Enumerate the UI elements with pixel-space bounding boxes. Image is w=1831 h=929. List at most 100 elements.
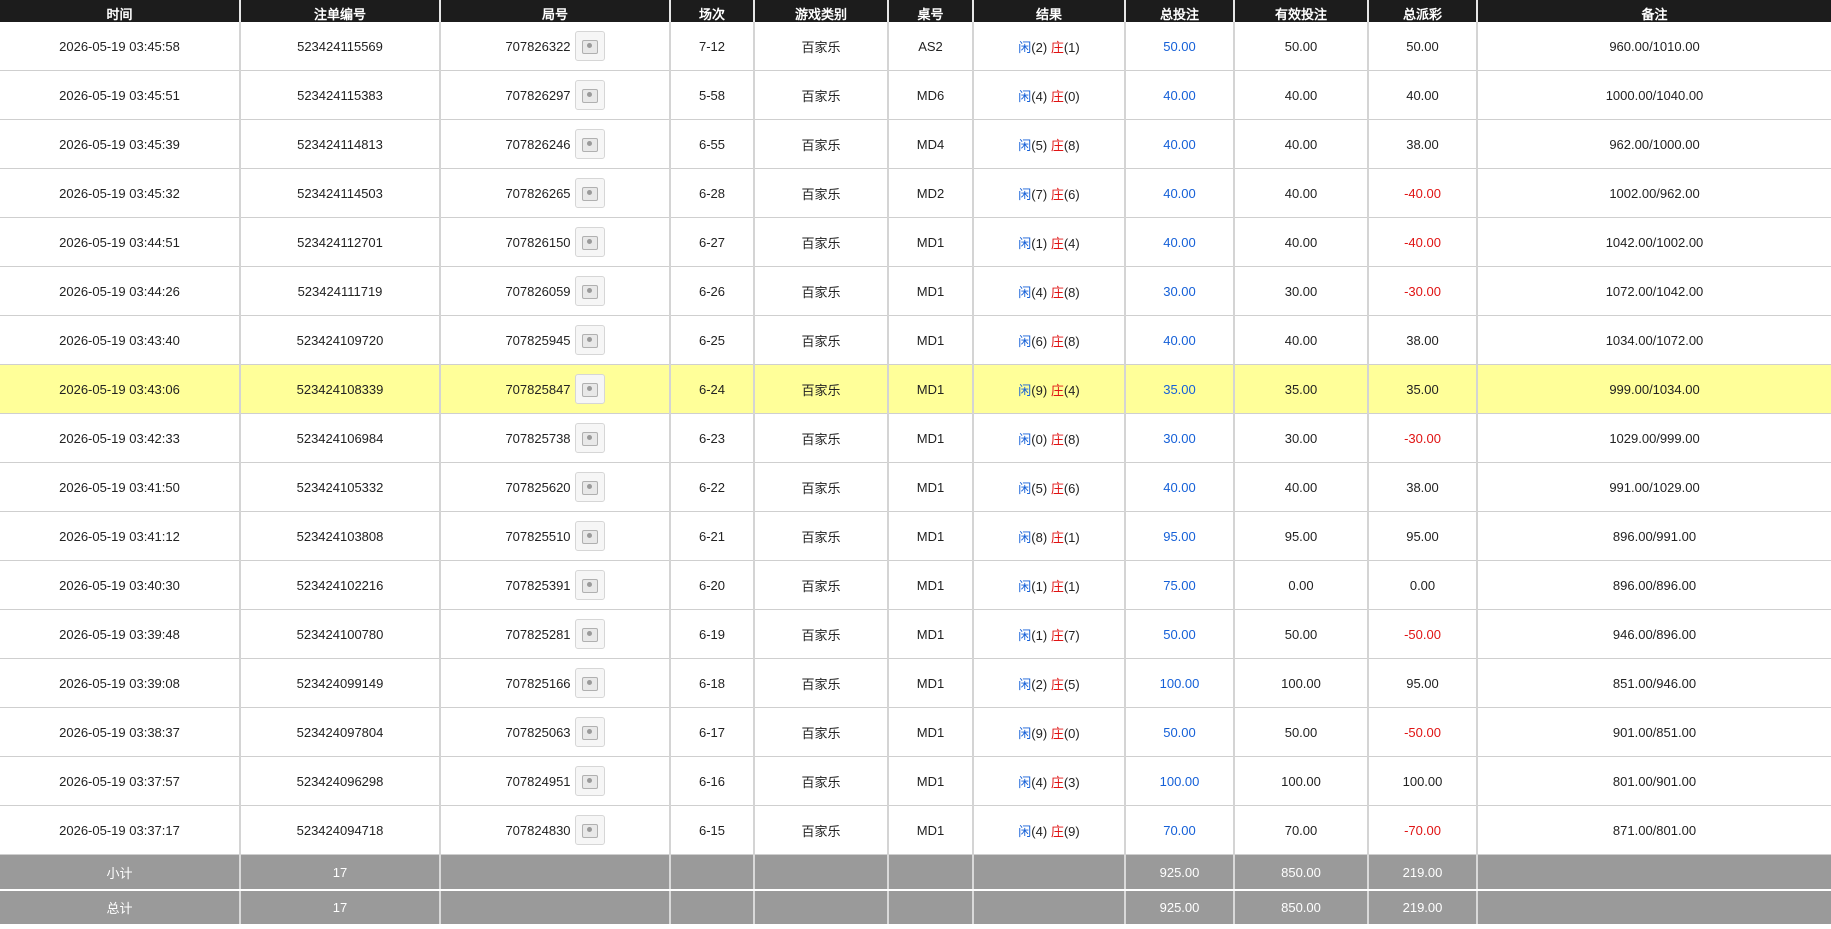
cell-note: 1034.00/1072.00: [1477, 315, 1831, 365]
cell-table: MD1: [888, 315, 974, 365]
total-payout: 219.00: [1368, 890, 1478, 926]
player-label: 闲: [1018, 137, 1032, 153]
player-label: 闲: [1018, 39, 1032, 55]
cell-shoe: 6-25: [670, 315, 755, 365]
cell-round: 707825391: [440, 560, 671, 610]
video-replay-icon[interactable]: [574, 423, 605, 453]
video-replay-icon[interactable]: [574, 815, 605, 845]
player-label: 闲: [1018, 774, 1032, 790]
video-replay-icon[interactable]: [574, 472, 605, 502]
cell-time: 2026-05-19 03:41:12: [0, 511, 241, 561]
round-number: 707826297: [505, 87, 571, 103]
banker-score: (0): [1063, 88, 1080, 104]
table-row[interactable]: 2026-05-19 03:41:12 523424103808 707825510…: [0, 511, 1831, 561]
player-score: (9): [1031, 382, 1048, 398]
banker-score: (7): [1063, 627, 1080, 643]
video-replay-icon[interactable]: [574, 717, 605, 747]
video-replay-icon[interactable]: [574, 766, 605, 796]
table-row[interactable]: 2026-05-19 03:45:32 523424114503 707826265…: [0, 168, 1831, 218]
cell-note: 1002.00/962.00: [1477, 168, 1831, 218]
cell-bet-id: 523424097804: [240, 707, 441, 757]
cell-round: 707826150: [440, 217, 671, 267]
video-replay-icon[interactable]: [574, 80, 605, 110]
cell-round: 707826322: [440, 22, 671, 71]
total-valid-bet: 850.00: [1234, 890, 1369, 926]
banker-score: (0): [1063, 725, 1080, 741]
cell-game-type: 百家乐: [754, 315, 889, 365]
banker-score: (4): [1063, 382, 1080, 398]
video-replay-icon[interactable]: [574, 521, 605, 551]
table-row[interactable]: 2026-05-19 03:45:51 523424115383 707826297…: [0, 70, 1831, 120]
cell-note: 851.00/946.00: [1477, 658, 1831, 708]
cell-round: 707825510: [440, 511, 671, 561]
cell-valid-bet: 100.00: [1234, 756, 1369, 806]
cell-payout: -40.00: [1368, 217, 1478, 267]
table-row[interactable]: 2026-05-19 03:42:33 523424106984 707825738…: [0, 413, 1831, 463]
cell-round: 707825847: [440, 364, 671, 414]
player-score: (4): [1031, 774, 1048, 790]
video-replay-icon[interactable]: [574, 668, 605, 698]
cell-round: 707824951: [440, 756, 671, 806]
table-row[interactable]: 2026-05-19 03:37:17 523424094718 707824830…: [0, 805, 1831, 855]
cell-payout: 100.00: [1368, 756, 1478, 806]
table-row[interactable]: 2026-05-19 03:45:39 523424114813 707826246…: [0, 119, 1831, 169]
cell-game-type: 百家乐: [754, 756, 889, 806]
player-score: (8): [1031, 529, 1048, 545]
video-replay-icon[interactable]: [574, 129, 605, 159]
table-row[interactable]: 2026-05-19 03:43:06 523424108339 707825847…: [0, 364, 1831, 414]
video-replay-icon[interactable]: [574, 325, 605, 355]
table-row[interactable]: 2026-05-19 03:38:37 523424097804 707825063…: [0, 707, 1831, 757]
table-row[interactable]: 2026-05-19 03:45:58 523424115569 707826322…: [0, 22, 1831, 71]
table-row[interactable]: 2026-05-19 03:39:48 523424100780 707825281…: [0, 609, 1831, 659]
col-header-table: 桌号: [888, 0, 974, 22]
subtotal-row: 小计 17 925.00 850.00 219.00: [0, 854, 1831, 891]
cell-payout: 50.00: [1368, 22, 1478, 71]
banker-score: (8): [1063, 333, 1080, 349]
cell-note: 896.00/991.00: [1477, 511, 1831, 561]
video-replay-icon[interactable]: [574, 227, 605, 257]
video-replay-icon[interactable]: [574, 31, 605, 61]
table-row[interactable]: 2026-05-19 03:43:40 523424109720 707825945…: [0, 315, 1831, 365]
cell-total-bet: 95.00: [1125, 511, 1235, 561]
cell-payout: -70.00: [1368, 805, 1478, 855]
table-row[interactable]: 2026-05-19 03:39:08 523424099149 707825166…: [0, 658, 1831, 708]
cell-bet-id: 523424102216: [240, 560, 441, 610]
player-label: 闲: [1018, 284, 1032, 300]
cell-total-bet: 50.00: [1125, 707, 1235, 757]
round-number: 707825510: [505, 528, 571, 544]
cell-payout: -40.00: [1368, 168, 1478, 218]
cell-round: 707826246: [440, 119, 671, 169]
video-replay-icon[interactable]: [574, 570, 605, 600]
cell-time: 2026-05-19 03:43:40: [0, 315, 241, 365]
cell-bet-id: 523424103808: [240, 511, 441, 561]
cell-round: 707825945: [440, 315, 671, 365]
subtotal-valid-bet: 850.00: [1234, 854, 1369, 891]
table-row[interactable]: 2026-05-19 03:44:51 523424112701 707826150…: [0, 217, 1831, 267]
cell-bet-id: 523424099149: [240, 658, 441, 708]
player-label: 闲: [1018, 235, 1032, 251]
video-replay-icon[interactable]: [574, 374, 605, 404]
table-row[interactable]: 2026-05-19 03:44:26 523424111719 707826059…: [0, 266, 1831, 316]
video-replay-icon[interactable]: [574, 619, 605, 649]
cell-valid-bet: 100.00: [1234, 658, 1369, 708]
cell-shoe: 6-19: [670, 609, 755, 659]
cell-bet-id: 523424115383: [240, 70, 441, 120]
col-header-time: 时间: [0, 0, 241, 22]
table-row[interactable]: 2026-05-19 03:37:57 523424096298 707824951…: [0, 756, 1831, 806]
video-replay-icon[interactable]: [574, 276, 605, 306]
video-replay-icon[interactable]: [574, 178, 605, 208]
banker-score: (1): [1063, 529, 1080, 545]
cell-valid-bet: 0.00: [1234, 560, 1369, 610]
player-label: 闲: [1018, 725, 1032, 741]
cell-table: MD1: [888, 364, 974, 414]
total-label: 总计: [0, 890, 241, 926]
player-score: (0): [1031, 431, 1048, 447]
cell-total-bet: 40.00: [1125, 119, 1235, 169]
cell-total-bet: 100.00: [1125, 658, 1235, 708]
player-label: 闲: [1018, 186, 1032, 202]
cell-bet-id: 523424115569: [240, 22, 441, 71]
table-row[interactable]: 2026-05-19 03:40:30 523424102216 707825391…: [0, 560, 1831, 610]
cell-total-bet: 70.00: [1125, 805, 1235, 855]
table-row[interactable]: 2026-05-19 03:41:50 523424105332 707825620…: [0, 462, 1831, 512]
banker-score: (5): [1063, 676, 1080, 692]
